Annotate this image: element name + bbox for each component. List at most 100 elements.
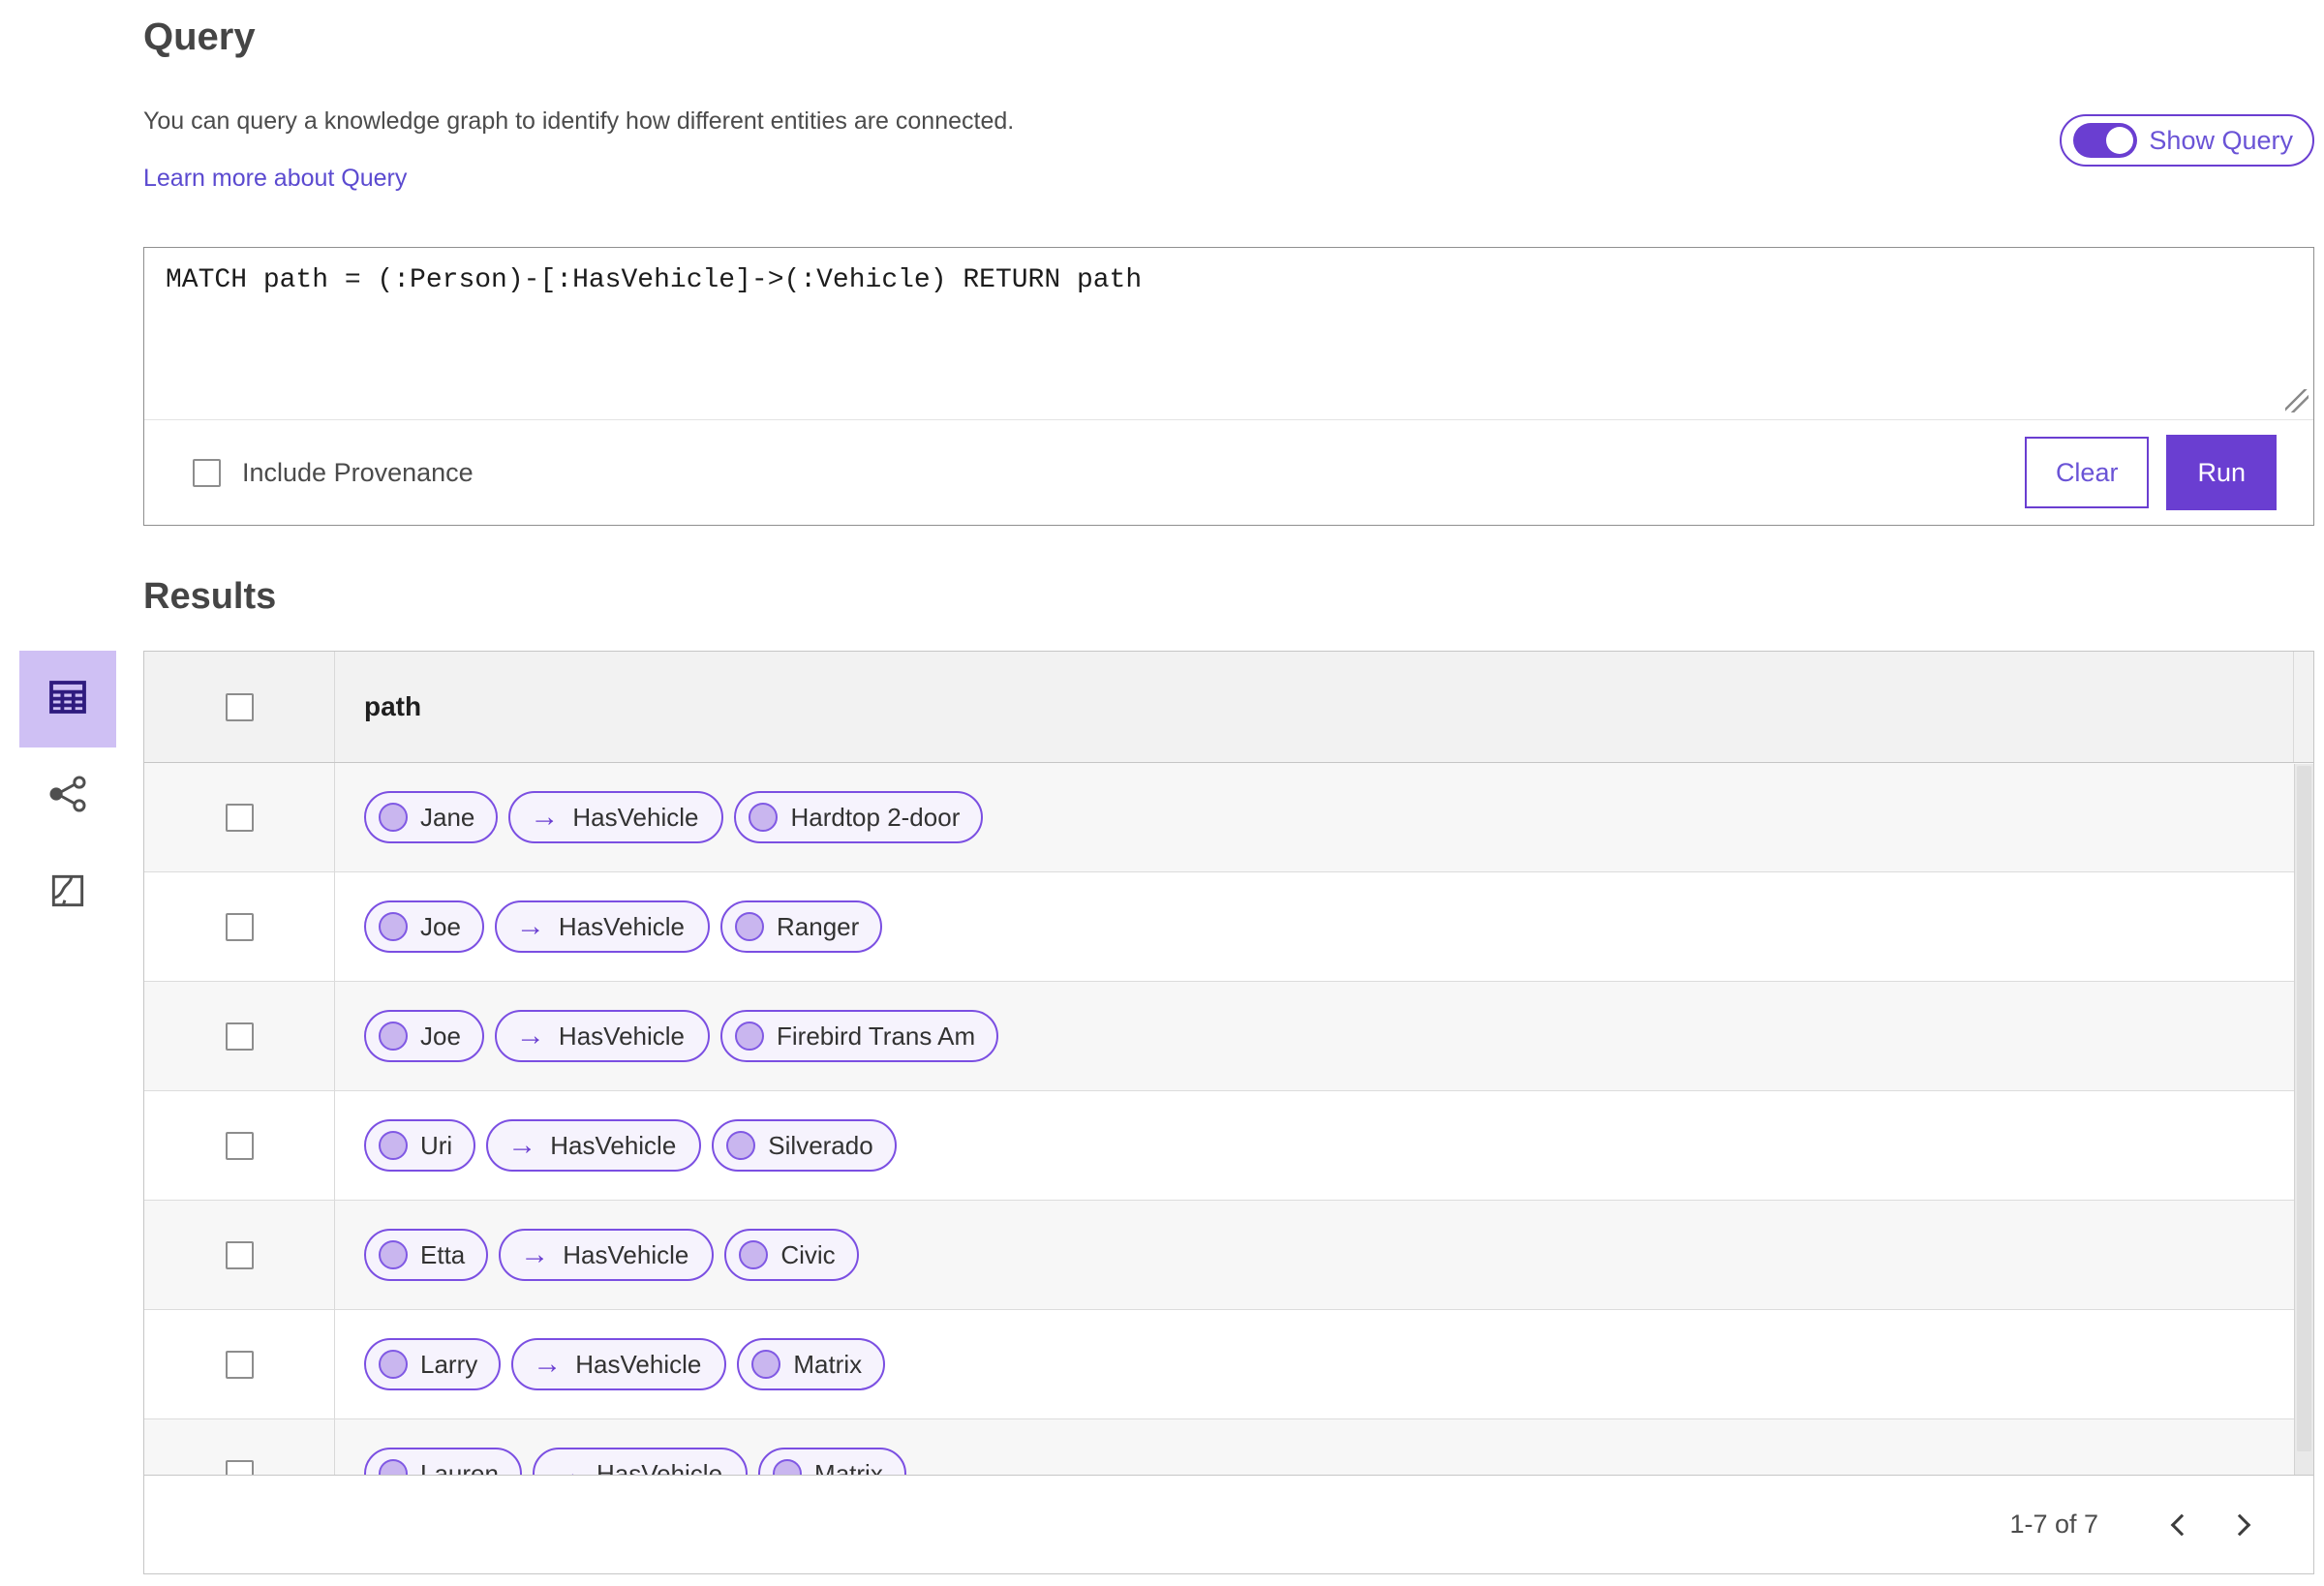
run-button[interactable]: Run [2166,435,2277,510]
row-checkbox[interactable] [225,803,254,832]
entity-node-icon [749,803,779,832]
chevron-left-icon [2170,1513,2193,1536]
entity-label: Matrix [814,1458,883,1476]
row-path-cell: Lauren → HasVehicle Matrix [335,1419,2313,1475]
entity-pill-source[interactable]: Lauren [364,1448,522,1475]
row-select-cell [144,872,335,981]
row-checkbox[interactable] [225,1459,254,1475]
table-row: Etta → HasVehicle Civic [144,1201,2313,1310]
select-all-checkbox[interactable] [225,692,254,721]
relation-label: HasVehicle [558,1021,685,1051]
entity-label: Ranger [777,911,860,941]
query-editor-wrap: MATCH path = (:Person)-[:HasVehicle]->(:… [144,248,2313,420]
pagination-next-button[interactable] [2211,1496,2269,1554]
row-path-cell: Joe → HasVehicle Ranger [335,872,2313,981]
entity-pill-target[interactable]: Matrix [758,1448,906,1475]
entity-node-icon [735,912,764,941]
table-view-button[interactable] [19,651,116,747]
table-row: Jane → HasVehicle Hardtop 2-door [144,763,2313,872]
pagination-prev-button[interactable] [2153,1496,2211,1554]
clear-button[interactable]: Clear [2024,437,2150,508]
relation-pill[interactable]: → HasVehicle [508,791,724,843]
include-provenance-label: Include Provenance [242,457,474,487]
entity-label: Matrix [793,1349,863,1379]
query-editor-input[interactable]: MATCH path = (:Person)-[:HasVehicle]->(:… [144,248,2313,419]
entity-label: Etta [420,1239,466,1269]
row-checkbox[interactable] [225,1022,254,1051]
table-row: Larry → HasVehicle Matrix [144,1310,2313,1419]
entity-node-icon [735,1022,764,1051]
show-query-label: Show Query [2149,125,2293,155]
resize-handle-icon[interactable] [2285,389,2309,412]
entity-pill-source[interactable]: Joe [364,1010,484,1062]
entity-pill-source[interactable]: Etta [364,1229,489,1281]
map-view-button[interactable] [19,844,116,941]
entity-pill-target[interactable]: Silverado [712,1119,897,1172]
include-provenance-checkbox[interactable] [193,458,221,487]
entity-label: Hardtop 2-door [790,802,961,832]
relation-pill[interactable]: → HasVehicle [494,1010,710,1062]
arrow-right-icon: → [520,1238,550,1270]
query-panel: MATCH path = (:Person)-[:HasVehicle]->(:… [143,247,2314,526]
entity-node-icon [773,1459,803,1475]
entity-label: Joe [420,911,461,941]
row-path-cell: Jane → HasVehicle Hardtop 2-door [335,763,2313,871]
entity-node-icon [739,1240,769,1269]
toggle-switch-icon[interactable] [2073,123,2138,158]
results-table: path Jane → HasVehicle Hardtop 2-door Jo… [143,651,2314,1574]
relation-label: HasVehicle [575,1349,702,1379]
entity-pill-target[interactable]: Hardtop 2-door [734,791,984,843]
pagination-bar: 1-7 of 7 [144,1475,2313,1573]
row-checkbox[interactable] [225,1240,254,1269]
entity-pill-source[interactable]: Jane [364,791,499,843]
table-view-icon [45,674,91,725]
scrollbar-thumb[interactable] [2297,766,2311,1451]
entity-label: Joe [420,1021,461,1051]
row-select-cell [144,982,335,1090]
relation-pill[interactable]: → HasVehicle [532,1448,749,1476]
learn-more-link[interactable]: Learn more about Query [143,165,407,193]
table-row: Joe → HasVehicle Firebird Trans Am [144,982,2313,1091]
path-column-header: path [364,691,422,721]
entity-pill-source[interactable]: Uri [364,1119,476,1172]
results-area: path Jane → HasVehicle Hardtop 2-door Jo… [19,651,2314,1574]
entity-node-icon [379,912,408,941]
pagination-range: 1-7 of 7 [2009,1510,2098,1539]
table-scrollbar[interactable] [2294,764,2313,1475]
entity-label: Uri [420,1130,453,1160]
row-checkbox[interactable] [225,912,254,941]
row-checkbox[interactable] [225,1350,254,1379]
entity-node-icon [726,1131,756,1160]
table-row: Joe → HasVehicle Ranger [144,872,2313,982]
entity-pill-target[interactable]: Civic [724,1229,859,1281]
relation-pill[interactable]: → HasVehicle [486,1119,702,1172]
row-path-cell: Etta → HasVehicle Civic [335,1201,2313,1309]
entity-pill-target[interactable]: Matrix [737,1338,886,1390]
graph-view-button[interactable] [19,747,116,844]
relation-label: HasVehicle [558,911,685,941]
show-query-toggle[interactable]: Show Query [2060,114,2314,167]
query-description: You can query a knowledge graph to ident… [143,107,1015,135]
row-select-cell [144,763,335,871]
select-all-cell [144,652,335,762]
relation-pill[interactable]: → HasVehicle [494,900,710,953]
knowledge-graph-query-page: Query You can query a knowledge graph to… [0,0,2324,1586]
entity-label: Jane [420,802,475,832]
entity-pill-target[interactable]: Ranger [720,900,883,953]
entity-pill-source[interactable]: Larry [364,1338,502,1390]
table-row: Uri → HasVehicle Silverado [144,1091,2313,1201]
table-header-row: path [144,652,2313,763]
row-checkbox[interactable] [225,1131,254,1160]
row-select-cell [144,1201,335,1309]
entity-pill-source[interactable]: Joe [364,900,484,953]
include-provenance-row[interactable]: Include Provenance [193,458,474,488]
entity-pill-target[interactable]: Firebird Trans Am [720,1010,999,1062]
row-select-cell [144,1419,335,1475]
entity-node-icon [379,1350,408,1379]
map-view-icon [46,869,89,917]
relation-pill[interactable]: → HasVehicle [499,1229,715,1281]
relation-label: HasVehicle [596,1458,723,1476]
relation-label: HasVehicle [572,802,699,832]
relation-pill[interactable]: → HasVehicle [511,1338,727,1390]
toggle-knob [2106,127,2134,154]
